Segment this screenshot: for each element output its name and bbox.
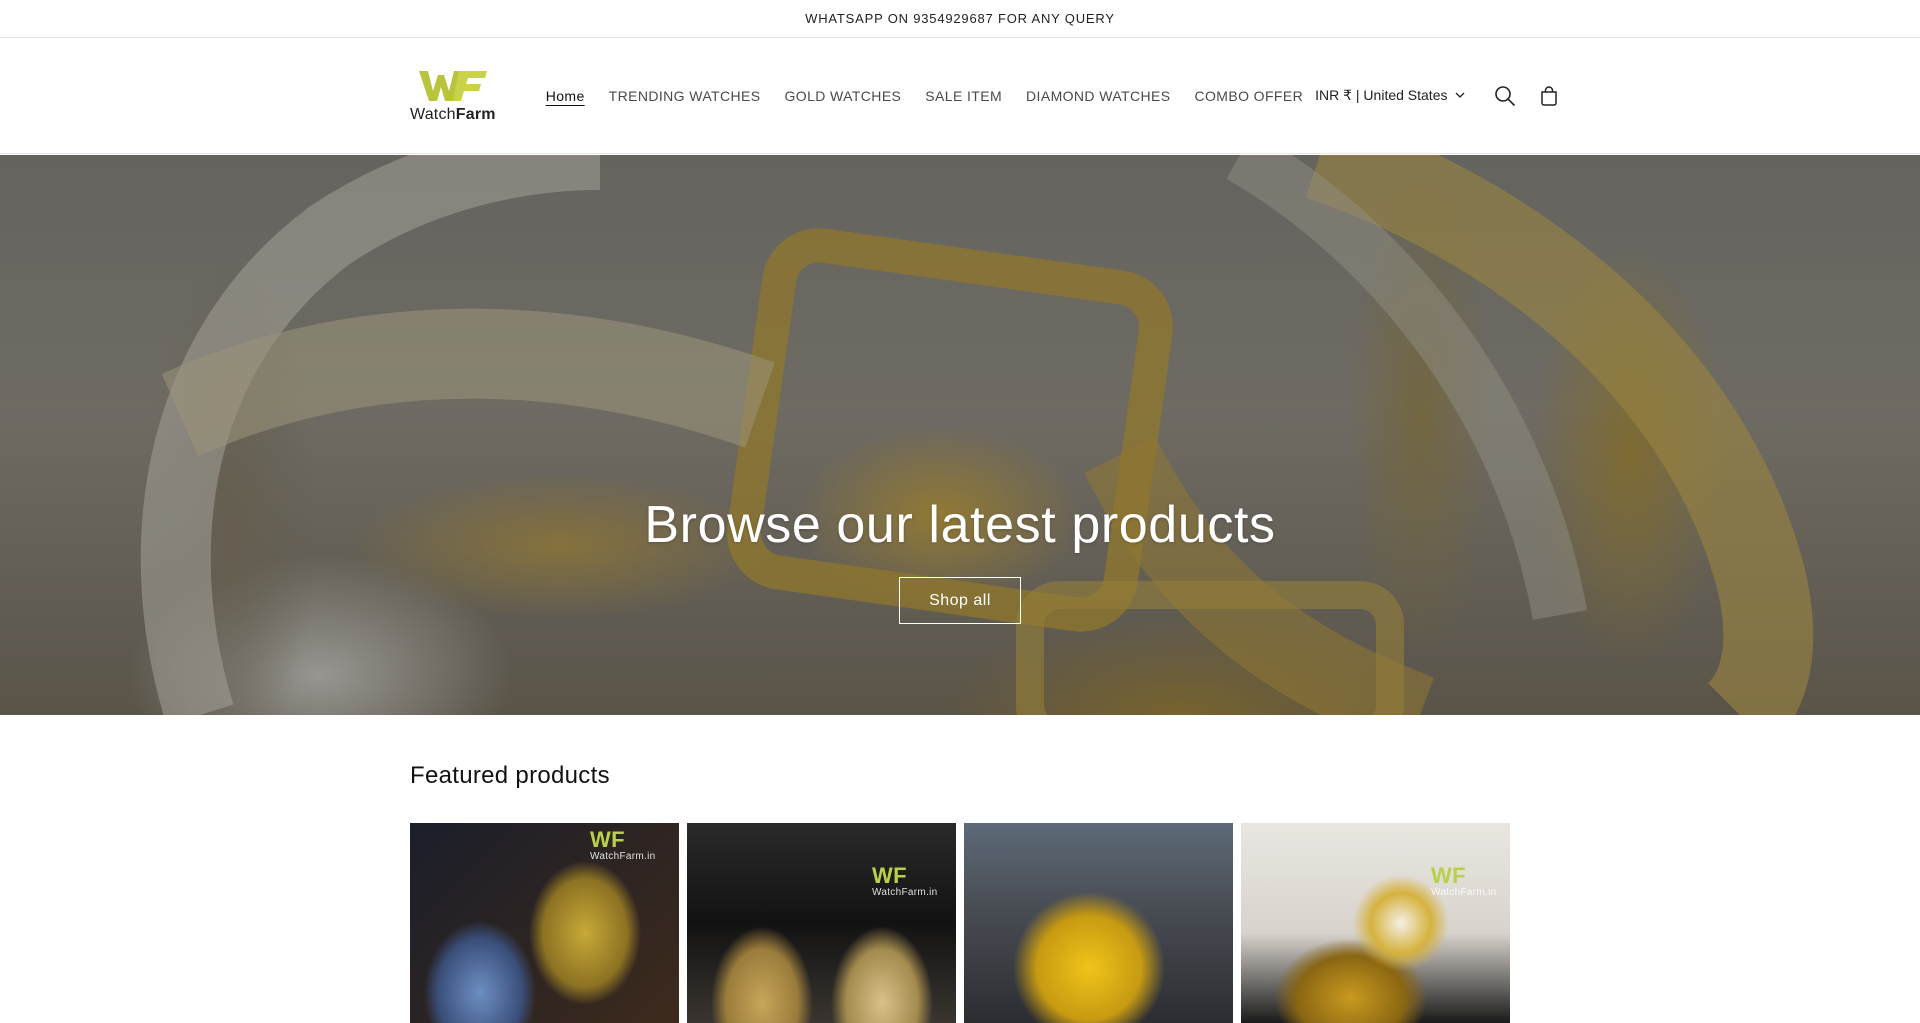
currency-selector[interactable]: INR ₹ | United States: [1315, 87, 1465, 104]
nav-item-combo-offer[interactable]: COMBO OFFER: [1182, 88, 1315, 104]
product-card[interactable]: WF WatchFarm.in: [1241, 823, 1510, 1023]
cart-icon: [1541, 85, 1558, 106]
product-watermark: WF WatchFarm.in: [872, 863, 938, 899]
site-header: WatchFarm Home TRENDING WATCHES GOLD WAT…: [0, 38, 1920, 154]
nav-item-sale-item[interactable]: SALE ITEM: [913, 88, 1014, 104]
logo-mark-icon: [418, 71, 487, 101]
hero-title: Browse our latest products: [644, 496, 1276, 554]
nav-item-trending-watches[interactable]: TRENDING WATCHES: [597, 88, 773, 104]
site-logo[interactable]: WatchFarm: [410, 66, 496, 126]
hero-banner: Browse our latest products Shop all: [0, 155, 1920, 715]
product-grid: WF WatchFarm.in WF WatchFarm.in WF WatchFar…: [410, 823, 1510, 1023]
nav-item-gold-watches[interactable]: GOLD WATCHES: [772, 88, 913, 104]
chevron-down-icon: [1456, 92, 1465, 98]
product-watermark: WF WatchFarm.in: [1431, 863, 1497, 899]
search-icon: [1495, 85, 1516, 106]
logo-wordmark: WatchFarm: [410, 106, 496, 123]
nav-item-diamond-watches[interactable]: DIAMOND WATCHES: [1014, 88, 1182, 104]
product-watermark: WF WatchFarm.in: [590, 827, 656, 863]
header-actions: INR ₹ | United States: [1315, 74, 1571, 118]
main-nav: Home TRENDING WATCHES GOLD WATCHES SALE …: [534, 88, 1315, 104]
featured-products-title: Featured products: [410, 762, 610, 789]
product-card[interactable]: WF WatchFarm.in: [410, 823, 679, 1023]
product-card[interactable]: WF WatchFarm.in: [687, 823, 956, 1023]
featured-products-section: Featured products WF WatchFarm.in WF Watch…: [410, 715, 1510, 1023]
nav-item-home[interactable]: Home: [534, 88, 597, 104]
currency-selector-label: INR ₹ | United States: [1315, 87, 1448, 103]
search-button[interactable]: [1483, 74, 1527, 118]
cart-button[interactable]: [1527, 74, 1571, 118]
announcement-bar: WHATSAPP ON 9354929687 FOR ANY QUERY: [0, 0, 1920, 38]
shop-all-button[interactable]: Shop all: [899, 577, 1021, 624]
product-card[interactable]: [964, 823, 1233, 1023]
announcement-text: WHATSAPP ON 9354929687 FOR ANY QUERY: [805, 11, 1115, 26]
